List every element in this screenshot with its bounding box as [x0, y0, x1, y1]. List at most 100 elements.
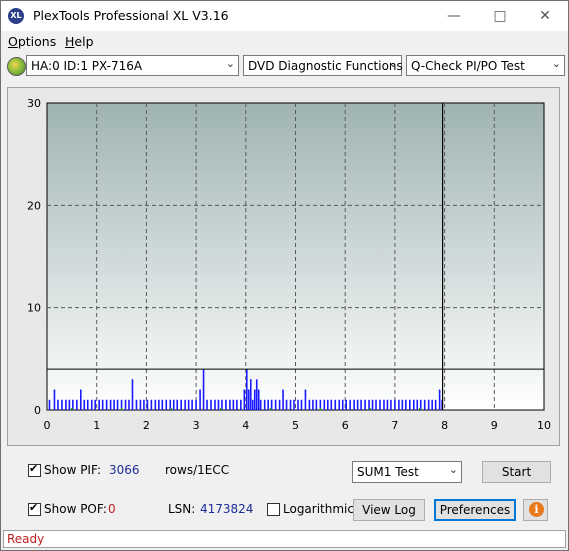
view-log-button[interactable]: View Log	[353, 499, 425, 521]
title-bar: XL PlexTools Professional XL V3.16 — □ ✕	[1, 1, 568, 31]
data-bar	[191, 399, 193, 410]
data-bar	[371, 399, 374, 410]
data-bar	[113, 399, 115, 410]
data-bar	[327, 399, 329, 410]
show-pof-checkbox[interactable]	[28, 501, 41, 516]
logarithmic-checkbox[interactable]	[267, 503, 280, 516]
data-bar	[229, 399, 231, 410]
data-bar	[109, 399, 112, 410]
data-bar	[187, 399, 190, 410]
data-bar	[398, 399, 400, 410]
data-bar	[202, 369, 205, 410]
data-bar	[267, 399, 269, 410]
x-tick-label: 2	[143, 419, 150, 432]
drive-disc-icon	[7, 57, 26, 76]
chevron-down-icon: ⌄	[551, 57, 561, 70]
data-bar	[247, 389, 250, 410]
status-bar: Ready	[3, 530, 566, 548]
sum-test-select-value: SUM1 Test	[357, 465, 419, 479]
data-bar	[259, 399, 262, 410]
data-bar	[293, 399, 295, 410]
data-bar	[61, 399, 63, 410]
info-button[interactable]: i	[523, 499, 548, 521]
show-pof-label: Show POF:	[44, 502, 107, 516]
function-select[interactable]: DVD Diagnostic Functions ⌄	[243, 55, 403, 76]
data-bar	[172, 399, 175, 410]
data-bar	[263, 399, 266, 410]
data-bar	[334, 399, 337, 410]
x-tick-label: 10	[537, 419, 551, 432]
data-bar	[217, 399, 220, 410]
x-tick-label: 8	[441, 419, 448, 432]
x-tick-label: 3	[193, 419, 200, 432]
data-bar	[297, 399, 299, 410]
chevron-down-icon: ⌄	[225, 57, 235, 70]
data-bar	[184, 399, 186, 410]
data-bar	[154, 399, 157, 410]
data-bar	[161, 399, 164, 410]
menu-help[interactable]: Help	[65, 34, 94, 49]
data-bar	[116, 399, 119, 410]
function-select-value: DVD Diagnostic Functions	[248, 59, 403, 73]
data-bar	[210, 399, 212, 410]
data-bar	[278, 399, 281, 410]
sum-test-select[interactable]: SUM1 Test ⌄	[352, 461, 462, 483]
y-tick-label: 30	[27, 97, 41, 110]
data-bar	[431, 399, 433, 410]
data-bar	[379, 399, 381, 410]
data-bar	[195, 399, 197, 410]
menu-options[interactable]: Options	[8, 34, 56, 49]
window-title: PlexTools Professional XL V3.16	[33, 8, 229, 23]
app-logo-icon: XL	[8, 8, 24, 24]
data-bar	[220, 407, 222, 410]
maximize-button[interactable]: □	[477, 1, 523, 31]
data-bar	[285, 399, 288, 410]
data-bar	[180, 399, 182, 410]
close-button[interactable]: ✕	[522, 1, 568, 31]
data-bar	[312, 399, 314, 410]
data-bar	[83, 399, 86, 410]
test-select[interactable]: Q-Check PI/PO Test ⌄	[406, 55, 565, 76]
x-tick-label: 0	[44, 419, 51, 432]
show-pif-checkbox[interactable]	[28, 462, 41, 477]
data-bar	[353, 399, 355, 410]
x-tick-label: 1	[93, 419, 100, 432]
data-bar	[150, 399, 153, 410]
data-bar	[418, 407, 421, 410]
minimize-button[interactable]: —	[431, 1, 477, 31]
y-tick-label: 10	[27, 302, 41, 315]
x-tick-label: 7	[391, 419, 398, 432]
data-bar	[105, 399, 108, 410]
data-bar	[57, 399, 59, 410]
data-bar	[143, 399, 145, 410]
data-bar	[94, 399, 97, 410]
data-bar	[240, 399, 242, 410]
data-bar	[274, 399, 277, 410]
data-bar	[214, 399, 216, 410]
data-bar	[165, 399, 168, 410]
y-tick-label: 0	[34, 404, 41, 417]
drive-select-value: HA:0 ID:1 PX-716A	[31, 59, 143, 73]
data-bar	[386, 399, 389, 410]
data-bar	[330, 399, 333, 410]
data-bar	[158, 399, 160, 410]
menu-bar: Options Help	[1, 31, 568, 51]
x-tick-label: 4	[242, 419, 249, 432]
logarithmic-label: Logarithmic	[283, 502, 354, 516]
data-bar	[409, 399, 411, 410]
start-button[interactable]: Start	[482, 461, 551, 483]
data-bar	[71, 407, 73, 410]
data-bar	[438, 389, 441, 410]
preferences-button[interactable]: Preferences	[434, 499, 516, 521]
lsn-value: 4173824	[200, 502, 254, 516]
data-bar	[245, 369, 248, 410]
data-bar	[401, 399, 404, 410]
data-bar	[383, 399, 385, 410]
data-bar	[251, 399, 254, 410]
data-bar	[356, 399, 359, 410]
data-bar	[282, 389, 284, 410]
data-bar	[394, 399, 396, 410]
data-bar	[364, 399, 366, 410]
data-bar	[427, 399, 430, 410]
drive-select[interactable]: HA:0 ID:1 PX-716A ⌄	[26, 55, 239, 76]
